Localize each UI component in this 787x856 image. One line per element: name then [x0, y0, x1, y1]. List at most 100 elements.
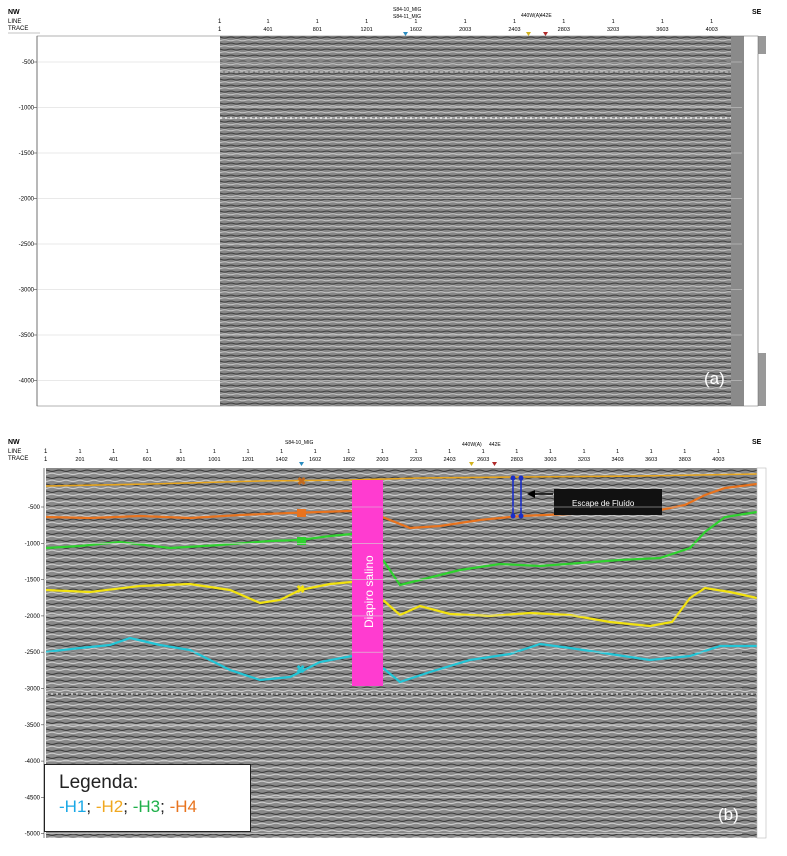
depth-tick-label: -3500	[25, 723, 41, 729]
seismic-figure: NW SE LINE TRACE 1 1 1401180111201116021…	[8, 7, 767, 839]
depth-tick-label: -1500	[19, 151, 35, 157]
depth-tick-label: -1500	[25, 578, 41, 584]
trace-tick-label: 2203	[410, 457, 422, 463]
panel-a: NW SE LINE TRACE 1 1 1401180111201116021…	[8, 7, 766, 407]
line-tick-label: 1	[549, 449, 552, 455]
fluid-escape-label: Escape de Fluído	[572, 499, 635, 508]
panel-b-trace-header: TRACE	[8, 456, 28, 462]
trace-tick-label: 1201	[242, 457, 254, 463]
panel-a-well-marker-a	[403, 32, 408, 36]
panel-a-right-strip	[731, 36, 744, 406]
line-tick-label: 1	[213, 449, 216, 455]
panel-a-trace-header: TRACE	[8, 26, 28, 32]
depth-tick-label: -4000	[25, 759, 41, 765]
legend-h3: -H3	[132, 797, 161, 816]
panel-a-scroll-top[interactable]	[758, 36, 766, 54]
legend-sep: ;	[86, 797, 96, 816]
trace-tick-label: 2003	[376, 457, 388, 463]
panel-b-well-marker-c	[469, 462, 474, 466]
panel-a-well-marker-c	[526, 32, 531, 36]
depth-tick-label: -3000	[25, 687, 41, 693]
panel-a-dir-right: SE	[752, 9, 762, 16]
line-tick-label: 1	[381, 449, 384, 455]
line-tick-label: 1	[513, 19, 516, 25]
trace-tick-label: 2803	[558, 27, 570, 33]
trace-tick-label: 2403	[508, 27, 520, 33]
panel-a-well-a: S84-10_MIG	[393, 7, 421, 13]
panel-a-well-c: 440W(A)	[521, 13, 541, 19]
panel-b-start-line: 1	[44, 449, 48, 455]
depth-tick-label: -3000	[19, 288, 35, 294]
panel-b-trace-axis: 1201140116011801110011120111402116021180…	[75, 449, 724, 463]
line-tick-label: 1	[365, 19, 368, 25]
panel-b-well-d: 442E	[489, 442, 501, 448]
trace-tick-label: 4003	[706, 27, 718, 33]
panel-a-well-b: S84-11_MIG	[393, 14, 421, 20]
panel-b-line-header: LINE	[8, 449, 21, 455]
trace-tick-label: 3203	[578, 457, 590, 463]
marker-x-seafloor: ✖	[297, 476, 306, 488]
legend-sep: ;	[123, 797, 133, 816]
line-tick-label: 1	[717, 449, 720, 455]
line-tick-label: 1	[347, 449, 350, 455]
panel-b-label: (b)	[718, 805, 739, 824]
panel-a-line-header: LINE	[8, 19, 21, 25]
panel-b-scroll-strip[interactable]	[756, 467, 767, 839]
trace-tick-label: 1802	[343, 457, 355, 463]
legend-title: Legenda:	[59, 772, 139, 793]
marker-h3	[297, 537, 306, 545]
line-tick-label: 1	[280, 449, 283, 455]
trace-tick-label: 1201	[360, 27, 372, 33]
trace-tick-label: 2403	[443, 457, 455, 463]
line-tick-label: 1	[78, 449, 81, 455]
line-tick-label: 1	[316, 19, 319, 25]
trace-tick-label: 2003	[459, 27, 471, 33]
panel-b-well-a: S84-10_MIG	[285, 440, 313, 446]
line-tick-label: 1	[582, 449, 585, 455]
line-tick-label: 1	[146, 449, 149, 455]
legend: Legenda: -H1; -H2; -H3; -H4	[44, 764, 251, 832]
marker-x-h1: ✖	[296, 664, 305, 676]
marker-x-h2: ✖	[296, 584, 305, 596]
depth-tick-label: -2500	[25, 650, 41, 656]
legend-h4: -H4	[169, 797, 197, 816]
line-tick-label: 1	[448, 449, 451, 455]
trace-tick-label: 3603	[645, 457, 657, 463]
line-tick-label: 1	[112, 449, 115, 455]
trace-tick-label: 2603	[477, 457, 489, 463]
line-tick-label: 1	[464, 19, 467, 25]
panel-b-well-marker-a	[299, 462, 304, 466]
line-tick-label: 1	[179, 449, 182, 455]
trace-tick-label: 3603	[656, 27, 668, 33]
trace-tick-label: 4003	[712, 457, 724, 463]
trace-tick-label: 201	[75, 457, 84, 463]
trace-tick-label: 1602	[410, 27, 422, 33]
depth-tick-label: -500	[22, 60, 35, 66]
depth-tick-label: -3500	[19, 333, 35, 339]
trace-tick-label: 801	[313, 27, 322, 33]
line-tick-label: 1	[710, 19, 713, 25]
panel-a-scroll-bottom[interactable]	[758, 353, 766, 406]
line-tick-label: 1	[246, 449, 249, 455]
line-tick-label: 1	[683, 449, 686, 455]
panel-a-well-d: 442E	[540, 13, 552, 19]
line-tick-label: 1	[515, 449, 518, 455]
panel-a-start-line: 1	[218, 19, 222, 25]
trace-tick-label: 401	[109, 457, 118, 463]
trace-tick-label: 3403	[611, 457, 623, 463]
trace-tick-label: 601	[143, 457, 152, 463]
depth-tick-label: -4000	[19, 379, 35, 385]
depth-tick-label: -2000	[19, 197, 35, 203]
panel-a-start-trace: 1	[218, 27, 222, 33]
depth-tick-label: -1000	[19, 106, 35, 112]
trace-tick-label: 801	[176, 457, 185, 463]
depth-tick-label: -4500	[25, 795, 41, 801]
depth-tick-label: -2500	[19, 242, 35, 248]
trace-tick-label: 1602	[309, 457, 321, 463]
depth-tick-label: -500	[28, 505, 41, 511]
panel-a-label: (a)	[704, 369, 725, 388]
line-tick-label: 1	[661, 19, 664, 25]
line-tick-label: 1	[616, 449, 619, 455]
legend-h1: -H1	[59, 797, 87, 816]
trace-tick-label: 2803	[511, 457, 523, 463]
